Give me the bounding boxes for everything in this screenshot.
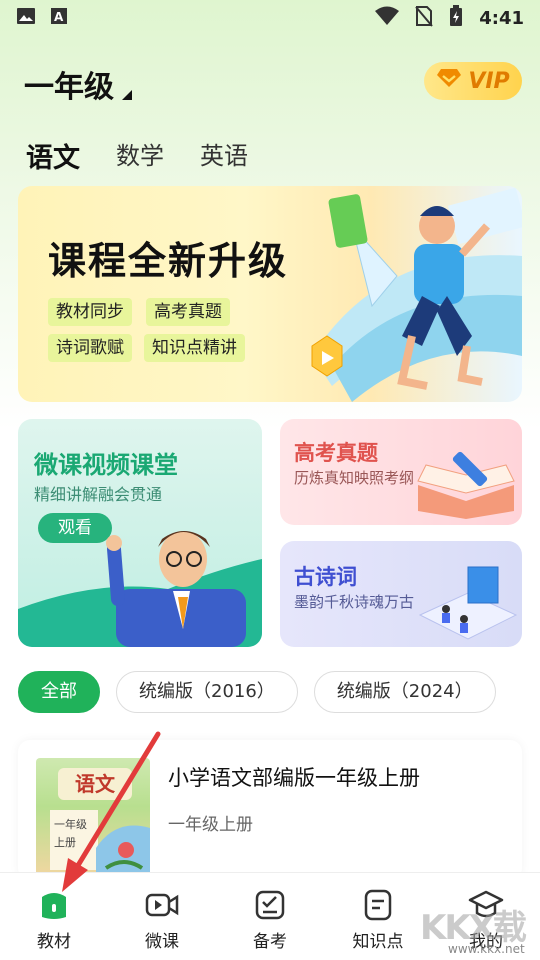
filter-all[interactable]: 全部 <box>18 671 100 713</box>
vip-button[interactable]: VIP <box>424 62 522 100</box>
gaokao-exam-card[interactable]: 高考真题 历炼真知映照考纲 <box>280 419 522 525</box>
poetry-card-subtitle: 墨韵千秋诗魂万古 <box>294 593 415 611</box>
gallery-notification-icon <box>16 7 36 30</box>
diamond-icon <box>436 68 462 94</box>
poetry-card-title: 古诗词 <box>294 565 357 589</box>
banner-chip: 知识点精讲 <box>144 334 245 362</box>
no-sim-icon <box>415 5 433 32</box>
book-title: 小学语文部编版一年级上册 <box>168 766 420 790</box>
cover-title: 语文 <box>58 768 132 800</box>
edition-filters: 全部 统编版（2016） 统编版（2024） <box>18 671 496 713</box>
nav-label: 教材 <box>37 932 71 952</box>
filter-edition-2016[interactable]: 统编版（2016） <box>116 671 298 713</box>
nav-label: 备考 <box>253 932 287 952</box>
nav-label: 微课 <box>145 932 179 952</box>
grade-selector[interactable]: 一年级 <box>24 62 132 106</box>
wifi-icon <box>375 6 400 31</box>
cover-volume: 上册 <box>54 836 76 849</box>
reading-boy-illustration <box>311 187 522 402</box>
cover-grade: 一年级 <box>54 818 87 831</box>
nav-knowledge-points[interactable]: 知识点 <box>324 873 432 960</box>
vip-label: VIP <box>468 68 510 94</box>
font-notification-icon: A <box>50 7 68 30</box>
nav-micro-course[interactable]: 微课 <box>108 873 216 960</box>
promo-banner[interactable]: 课程全新升级 教材同步 高考真题 诗词歌赋 知识点精讲 <box>18 186 522 402</box>
exam-card-title: 高考真题 <box>294 441 378 465</box>
exam-card-subtitle: 历炼真知映照考纲 <box>294 469 415 487</box>
cover-grade-panel: 一年级 上册 <box>50 810 98 870</box>
notes-icon <box>364 889 392 921</box>
video-icon <box>145 893 179 917</box>
checklist-icon <box>255 890 285 920</box>
book-cover: 语文 一年级 上册 <box>36 758 150 880</box>
subject-tabs: 语文 数学 英语 <box>24 136 248 177</box>
watermark-url: www.kkx.net <box>448 942 525 956</box>
cover-illustration <box>96 825 150 880</box>
tab-math[interactable]: 数学 <box>116 136 164 175</box>
textbook-list-item[interactable]: 语文 一年级 上册 小学语文部编版一年级上册 一年级上册 <box>18 740 522 880</box>
tab-english[interactable]: 英语 <box>200 136 248 175</box>
status-time: 4:41 <box>479 7 524 29</box>
grade-label: 一年级 <box>24 70 114 105</box>
micro-course-subtitle: 精细讲解融会贯通 <box>34 485 163 504</box>
micro-course-card[interactable]: 微课视频课堂 精细讲解融会贯通 观看 <box>18 419 262 647</box>
open-book-icon <box>417 451 515 519</box>
banner-chip: 诗词歌赋 <box>48 334 132 362</box>
teacher-illustration <box>18 531 262 647</box>
status-bar: A 4:41 <box>0 0 540 36</box>
filter-edition-2024[interactable]: 统编版（2024） <box>313 671 496 713</box>
nav-exam-prep[interactable]: 备考 <box>216 873 324 960</box>
textbook-icon <box>42 893 66 919</box>
classroom-illustration <box>418 566 518 640</box>
banner-title: 课程全新升级 <box>48 239 289 283</box>
book-subtitle: 一年级上册 <box>168 815 253 835</box>
dropdown-corner-icon <box>122 90 132 100</box>
nav-label: 知识点 <box>352 932 404 952</box>
battery-charging-icon <box>449 4 463 32</box>
svg-text:A: A <box>54 10 64 24</box>
banner-chip: 高考真题 <box>146 298 230 326</box>
banner-chip: 教材同步 <box>48 298 132 326</box>
ancient-poetry-card[interactable]: 古诗词 墨韵千秋诗魂万古 <box>280 541 522 647</box>
nav-textbook[interactable]: 教材 <box>0 873 108 960</box>
tab-chinese[interactable]: 语文 <box>24 136 82 177</box>
micro-course-title: 微课视频课堂 <box>34 451 178 479</box>
